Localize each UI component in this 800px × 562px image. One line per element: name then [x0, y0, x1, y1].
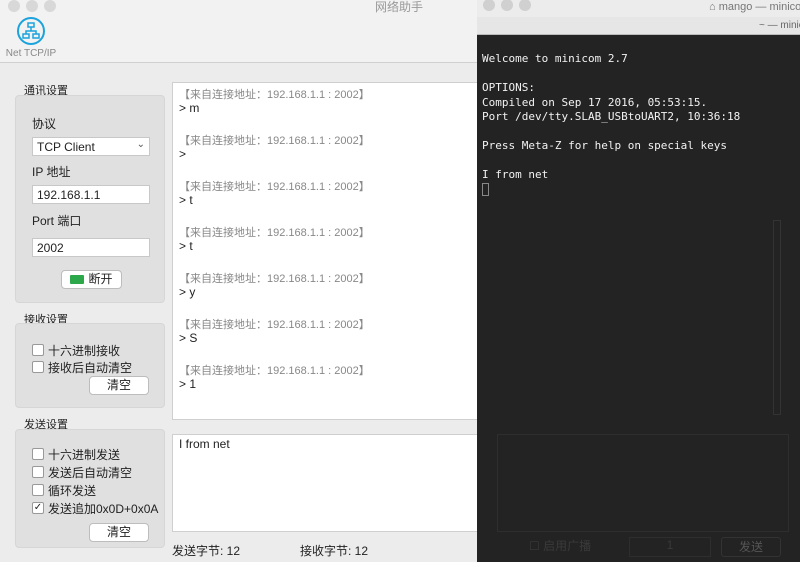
- port-label: Port 端口: [32, 214, 82, 228]
- chevron-down-icon: ⌄: [136, 139, 145, 150]
- clear-receive-button[interactable]: 清空: [89, 376, 149, 395]
- loop-send-checkbox[interactable]: 循环发送: [32, 481, 96, 499]
- close-button[interactable]: [8, 0, 20, 12]
- send-settings-group: 十六进制发送 发送后自动清空 循环发送 ✓ 发送追加0x0D+0x0A 清空: [15, 429, 165, 548]
- received-bytes: 接收字节: 12: [300, 544, 369, 558]
- message-body: > t: [179, 239, 193, 253]
- message-body: > S: [179, 331, 198, 345]
- count-input[interactable]: 1: [629, 537, 711, 557]
- toolbar-net-tcpip[interactable]: Net TCP/IP: [4, 16, 58, 59]
- home-icon: ⌂: [709, 1, 716, 13]
- terminal-zoom-button[interactable]: [519, 0, 531, 11]
- protocol-value: TCP Client: [37, 140, 95, 154]
- clear-send-button[interactable]: 清空: [89, 523, 149, 542]
- terminal-subtitle: ~ — minicom: [759, 20, 800, 31]
- terminal-window[interactable]: ⌂ mango — minicom ~ — minicom ☐ 启用广播 1 发…: [477, 0, 800, 562]
- checkmark-icon: ✓: [32, 502, 44, 514]
- toolbar-label: Net TCP/IP: [5, 48, 57, 59]
- checkbox-box: [32, 448, 44, 460]
- minimize-button[interactable]: [26, 0, 38, 12]
- recv-settings-group: 十六进制接收 接收后自动清空 清空: [15, 323, 165, 408]
- disconnect-button[interactable]: 断开: [61, 270, 122, 289]
- send-button[interactable]: 发送: [721, 537, 781, 557]
- terminal-title: mango — minicom: [718, 1, 800, 13]
- message-list: 【来自连接地址：192.168.1.1 : 2002】 > m 【来自连接地址：19…: [179, 86, 485, 408]
- comm-settings-group: 协议 TCP Client ⌄ IP 地址 192.168.1.1 Port 端口…: [15, 95, 165, 303]
- terminal-tabbar: ~ — minicom: [477, 17, 800, 35]
- terminal-cursor: [482, 182, 489, 196]
- broadcast-checkbox[interactable]: ☐ 启用广播: [529, 537, 591, 554]
- checkbox-box: [32, 484, 44, 496]
- checkbox-box: [32, 466, 44, 478]
- hex-send-checkbox[interactable]: 十六进制发送: [32, 445, 120, 463]
- auto-clear-receive-checkbox[interactable]: 接收后自动清空: [32, 358, 132, 376]
- terminal-line: OPTIONS:: [482, 81, 535, 94]
- message-header: 【来自连接地址：192.168.1.1 : 2002】: [179, 273, 370, 285]
- terminal-line: Compiled on Sep 17 2016, 05:53:15.: [482, 95, 708, 109]
- message-header: 【来自连接地址：192.168.1.1 : 2002】: [179, 365, 370, 377]
- message-body: > m: [179, 101, 200, 115]
- terminal-titlebar: ⌂ mango — minicom: [477, 0, 800, 17]
- message-body: > 1: [179, 377, 197, 391]
- window-title: 网络助手: [375, 0, 424, 14]
- hex-receive-label: 十六进制接收: [48, 343, 121, 358]
- checkbox-box: [32, 344, 44, 356]
- append-crlf-checkbox[interactable]: ✓ 发送追加0x0D+0x0A: [32, 499, 160, 517]
- broadcast-label: 启用广播: [543, 539, 592, 553]
- connection-icon: [70, 275, 85, 284]
- hex-send-label: 十六进制发送: [48, 447, 121, 462]
- terminal-line: Press Meta-Z for help on special keys: [482, 139, 728, 152]
- zoom-button[interactable]: [44, 0, 56, 12]
- hex-receive-checkbox[interactable]: 十六进制接收: [32, 341, 120, 359]
- message-header: 【来自连接地址：192.168.1.1 : 2002】: [179, 135, 370, 147]
- auto-clear-receive-label: 接收后自动清空: [48, 360, 133, 375]
- checkbox-box: [32, 361, 44, 373]
- send-area-ghost: [497, 434, 789, 532]
- message-body: > t: [179, 193, 193, 207]
- append-crlf-label: 发送追加0x0D+0x0A: [48, 501, 159, 516]
- loop-send-label: 循环发送: [48, 483, 97, 498]
- terminal-close-button[interactable]: [483, 0, 495, 11]
- disconnect-label: 断开: [88, 272, 113, 286]
- terminal-line: Welcome to minicom 2.7: [482, 52, 628, 65]
- terminal-output: Welcome to minicom 2.7 OPTIONS: Compiled o…: [482, 52, 740, 196]
- terminal-minimize-button[interactable]: [501, 0, 513, 11]
- network-icon: [17, 17, 45, 45]
- message-header: 【来自连接地址：192.168.1.1 : 2002】: [179, 89, 370, 101]
- terminal-line: I from net: [482, 168, 549, 181]
- protocol-select[interactable]: TCP Client ⌄: [32, 137, 150, 156]
- scrollbar[interactable]: [773, 220, 781, 415]
- auto-clear-send-checkbox[interactable]: 发送后自动清空: [32, 463, 132, 481]
- port-input[interactable]: 2002: [32, 238, 150, 257]
- message-header: 【来自连接地址：192.168.1.1 : 2002】: [179, 227, 370, 239]
- message-header: 【来自连接地址：192.168.1.1 : 2002】: [179, 319, 370, 331]
- message-body: >: [179, 147, 187, 161]
- ip-input[interactable]: 192.168.1.1: [32, 185, 150, 204]
- send-textarea[interactable]: I from net: [172, 434, 492, 532]
- message-header: 【来自连接地址：192.168.1.1 : 2002】: [179, 181, 370, 193]
- auto-clear-send-label: 发送后自动清空: [48, 465, 133, 480]
- send-text: I from net: [179, 437, 230, 451]
- ip-label: IP 地址: [32, 165, 71, 179]
- sent-bytes: 发送字节: 12: [172, 544, 241, 558]
- receive-textarea[interactable]: 【来自连接地址：192.168.1.1 : 2002】 > m 【来自连接地址：19…: [172, 82, 492, 420]
- protocol-label: 协议: [32, 117, 57, 131]
- message-body: > y: [179, 285, 196, 299]
- terminal-line: Port /dev/tty.SLAB_USBtoUART2, 10:36:18: [482, 110, 741, 123]
